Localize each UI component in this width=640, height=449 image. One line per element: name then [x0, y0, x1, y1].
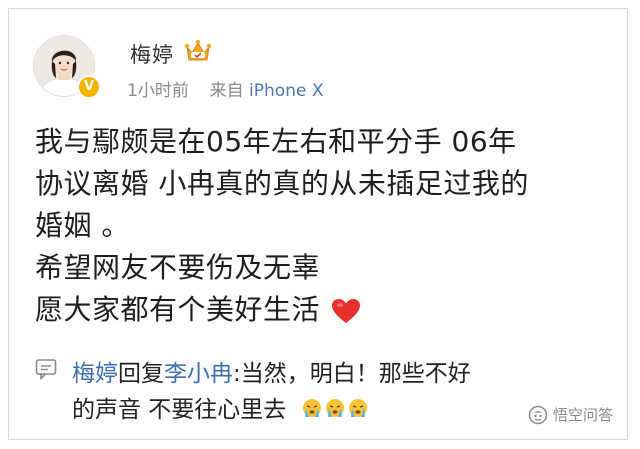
post-line: 婚姻 。 [35, 209, 130, 242]
reply-target-link[interactable]: 李小冉 [164, 361, 233, 387]
crying-face-emoji-icons [302, 398, 367, 417]
comment-bubble-icon [35, 359, 57, 380]
wukong-logo-icon [528, 405, 548, 424]
emoji-row [302, 397, 368, 425]
reply-text: 的声音 不要往心里去 [72, 397, 287, 423]
reply-word: 回复 [118, 361, 164, 387]
source-device[interactable]: iPhone X [249, 81, 323, 101]
post-line: 协议离婚 小冉真的真的从未插足过我的 [35, 167, 529, 200]
reply-text: :当然，明白！那些不好 [233, 361, 471, 387]
reply-line: 的声音 不要往心里去 [72, 390, 368, 425]
post-line-with-heart: 愿大家都有个美好生活 [35, 289, 529, 331]
post-content: 我与鄢颇是在05年左右和平分手 06年 协议离婚 小冉真的真的从未插足过我的 婚… [35, 121, 529, 331]
source-prefix: 来自 [209, 81, 244, 101]
heart-icon [332, 299, 361, 323]
post-line: 希望网友不要伤及无辜 [35, 251, 321, 284]
verified-badge-icon: V [77, 75, 101, 99]
weibo-post-card: V 梅婷 1小时前 来自 iPhone X 我与鄢颇是在05年左右和平分手 06… [8, 8, 628, 440]
watermark-text: 悟空问答 [552, 406, 613, 424]
reply-line: 梅婷回复李小冉:当然，明白！那些不好 [72, 354, 471, 388]
post-line: 愿大家都有个美好生活 [35, 293, 321, 326]
post-meta: 1小时前 来自 iPhone X [127, 76, 323, 101]
member-crown-icon[interactable] [183, 35, 213, 65]
watermark: 悟空问答 [528, 404, 613, 425]
post-time: 1小时前 [127, 81, 189, 101]
author-name[interactable]: 梅婷 [130, 39, 174, 69]
post-line: 我与鄢颇是在05年左右和平分手 06年 [35, 125, 517, 158]
reply-author-link[interactable]: 梅婷 [72, 361, 118, 387]
